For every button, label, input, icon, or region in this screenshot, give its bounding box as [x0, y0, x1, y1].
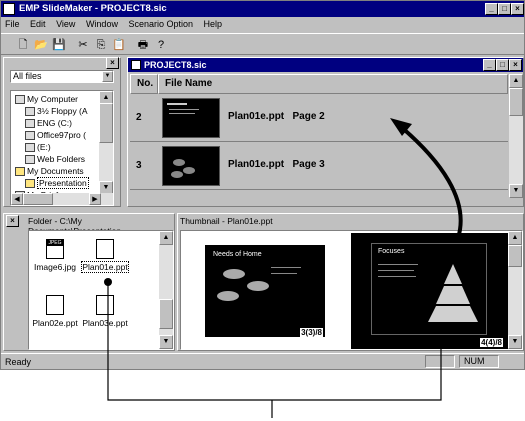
annotation-overlay: [104, 118, 463, 418]
